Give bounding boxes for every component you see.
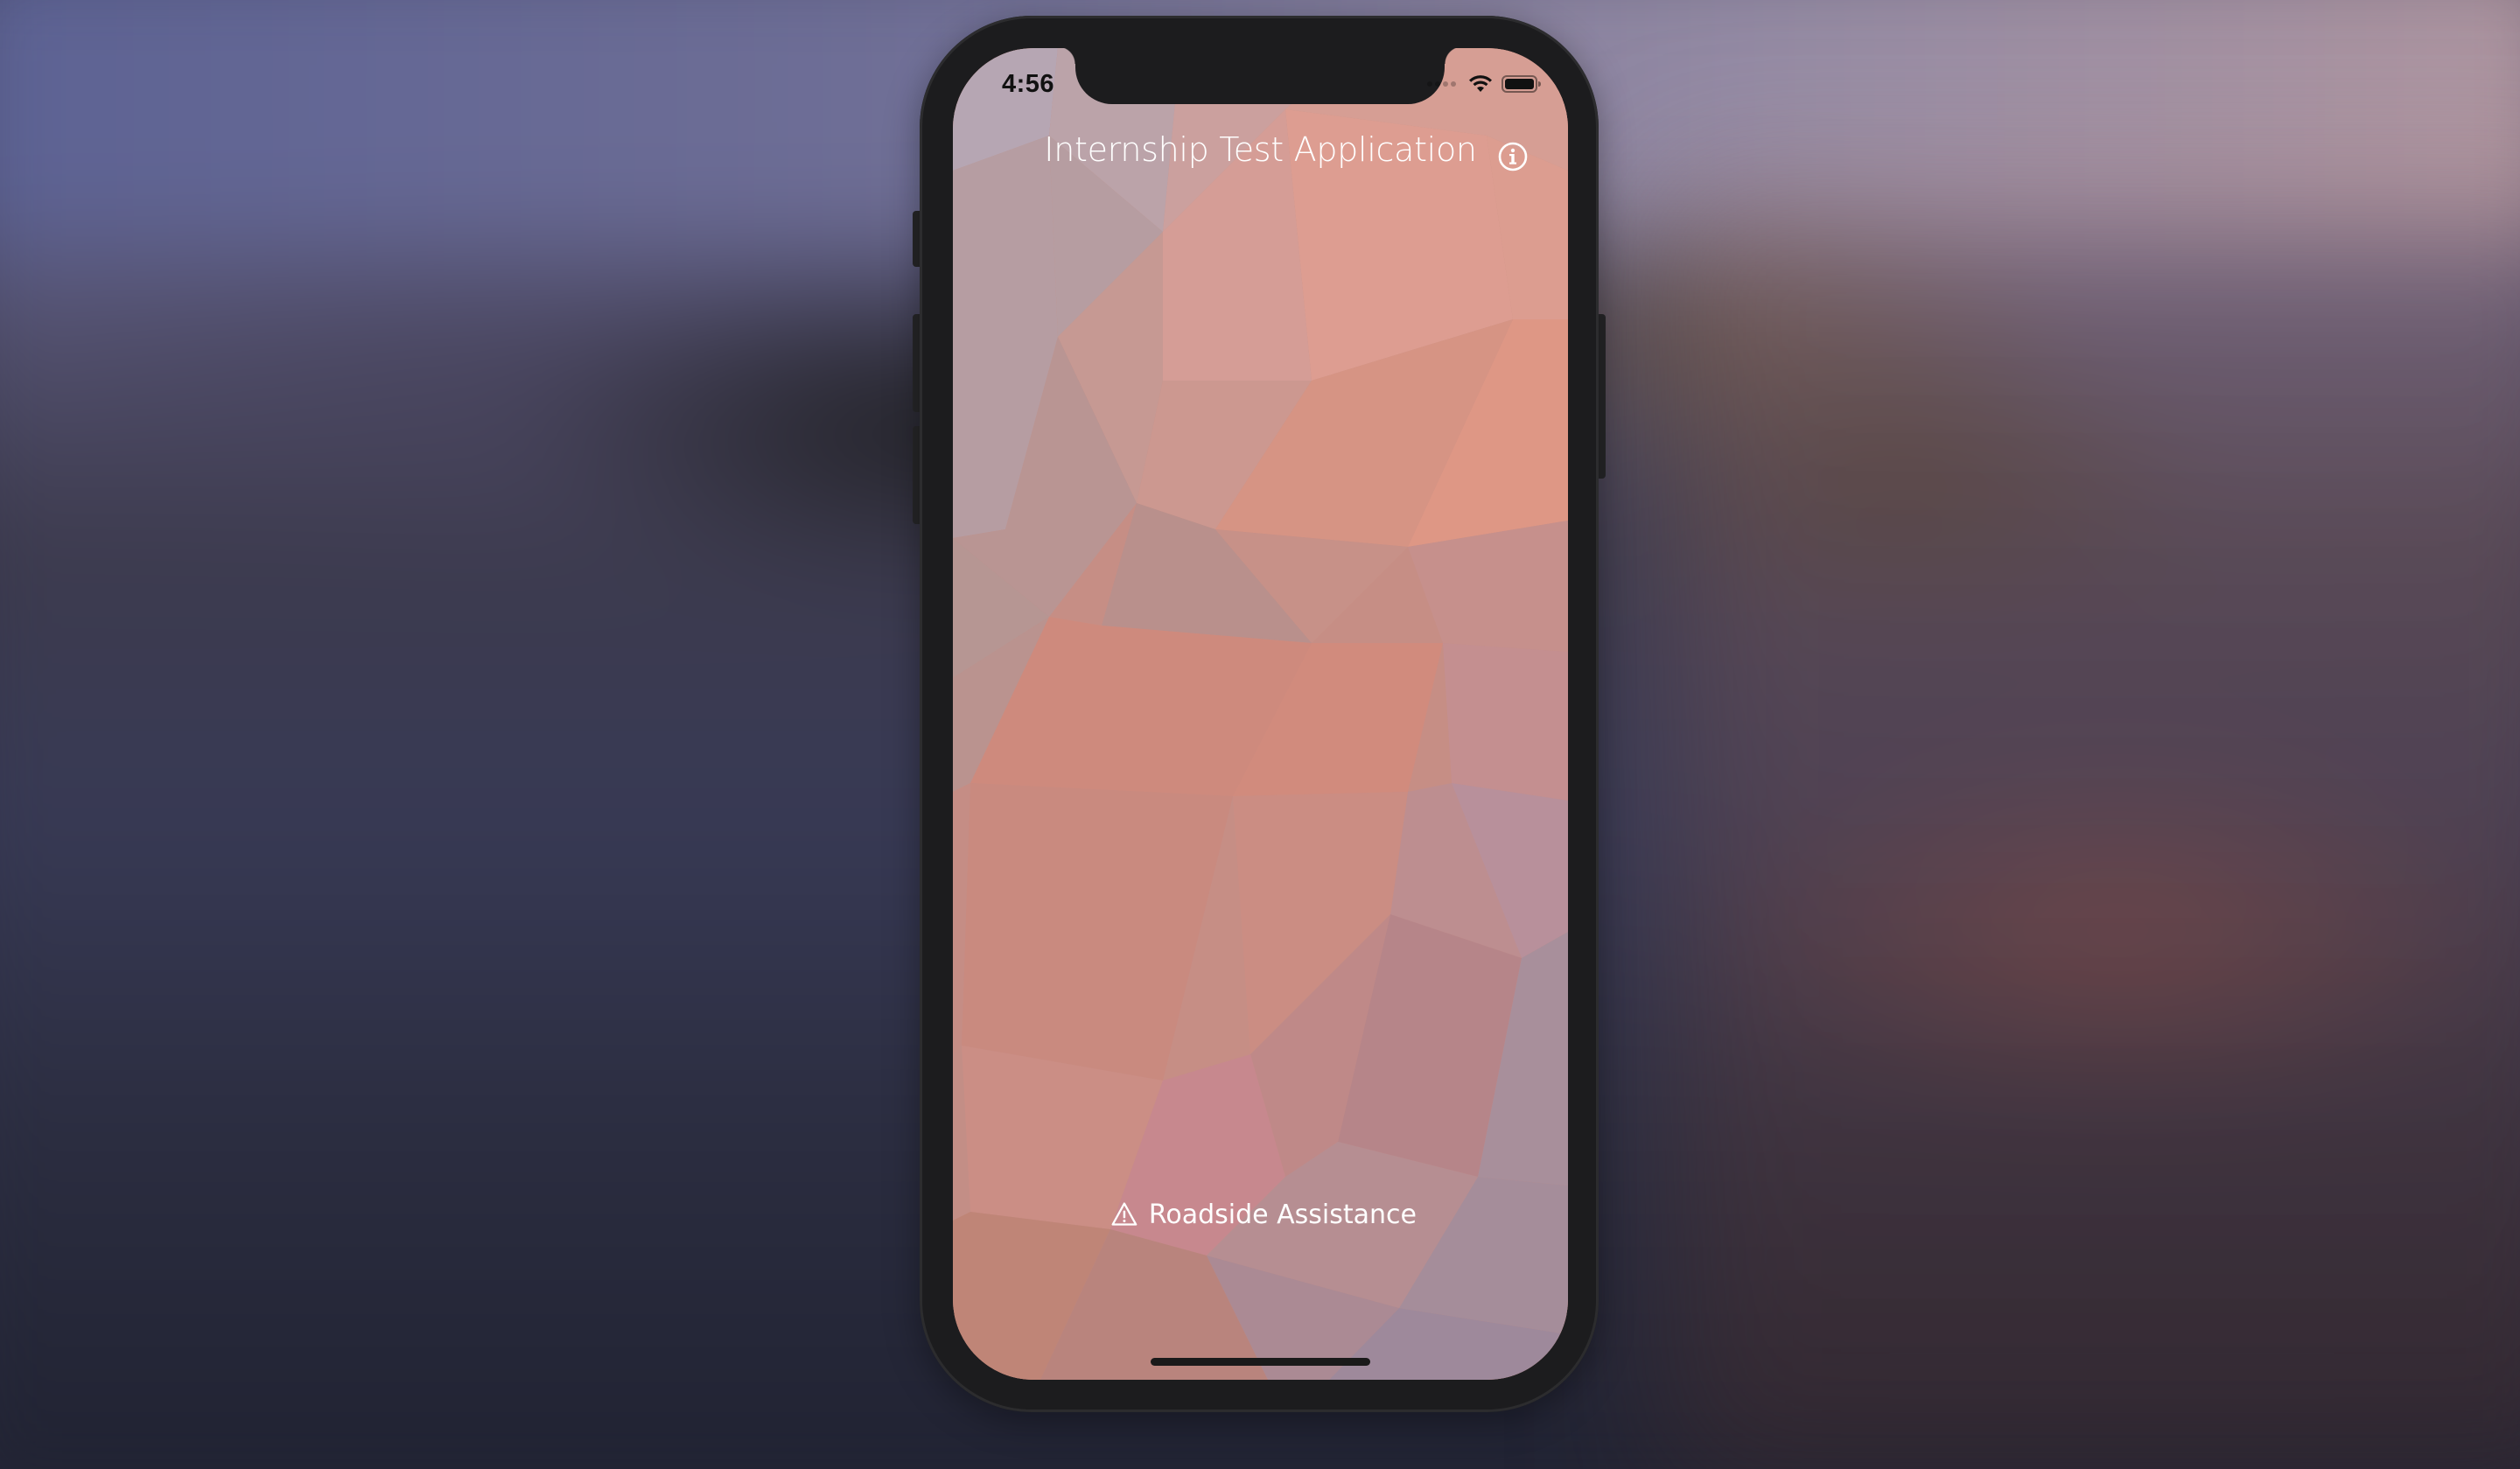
status-bar-time: 4:56	[1002, 70, 1055, 98]
desktop-wallpaper-tint	[1662, 175, 2520, 1469]
roadside-assistance-label: Roadside Assistance	[1148, 1199, 1417, 1230]
nav-bar-title: Internship Test Application	[1044, 130, 1477, 169]
app-screen: 4:56 Internship Test Application Roadsid…	[953, 48, 1568, 1380]
info-circle-icon	[1498, 142, 1528, 171]
cellular-signal-icon	[1427, 81, 1456, 87]
warning-triangle-icon	[1111, 1202, 1138, 1226]
low-poly-background	[953, 48, 1568, 1380]
device-notch	[1058, 48, 1462, 104]
roadside-assistance-button[interactable]: Roadside Assistance	[1110, 1194, 1417, 1235]
status-bar-icons	[1427, 73, 1542, 95]
wifi-icon	[1469, 75, 1492, 92]
home-indicator[interactable]	[1151, 1358, 1370, 1366]
info-button[interactable]	[1497, 141, 1529, 172]
desktop: 4:56 Internship Test Application Roadsid…	[0, 0, 2520, 1469]
battery-full-icon	[1502, 75, 1541, 93]
